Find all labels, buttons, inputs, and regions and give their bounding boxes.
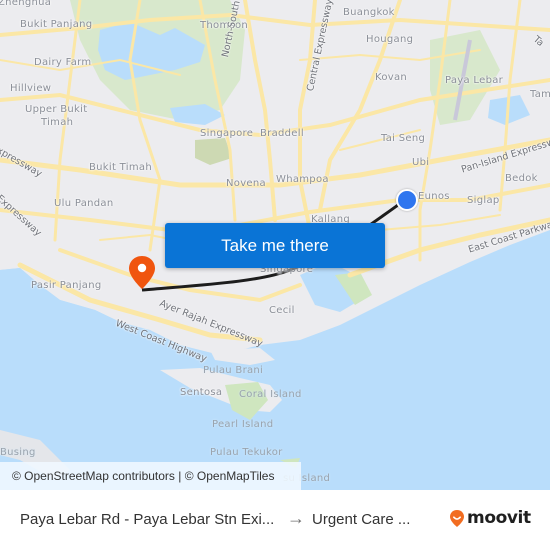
map-label: Whampoa [276, 174, 329, 185]
map-attribution[interactable]: © OpenStreetMap contributors | © OpenMap… [0, 462, 301, 490]
moovit-pin-icon [450, 509, 464, 527]
map-label: Pulau Brani [203, 365, 264, 376]
map-label: Ulu Pandan [54, 198, 114, 209]
map-label: Siglap [467, 195, 500, 206]
map-label: Ubi [412, 157, 430, 168]
map-label: Hougang [366, 34, 414, 45]
map-label: Bukit Timah [89, 162, 152, 173]
map-label: Tam [530, 89, 550, 100]
map-label: Novena [226, 178, 266, 189]
moovit-logo[interactable]: moovit [449, 508, 531, 528]
map-canvas[interactable]: Zhenghua Bukit Panjang Thomson Buangkok … [0, 0, 550, 490]
map-label: Pulau Tekukor [210, 447, 283, 458]
map-label: Eunos [418, 191, 450, 202]
map-label: Upper Bukit [25, 104, 88, 115]
map-label: Pearl Island [212, 419, 274, 430]
map-label: Zhenghua [0, 0, 52, 8]
map-label: Singapore [200, 128, 254, 139]
map-label: Sentosa [180, 387, 223, 398]
take-me-there-button[interactable]: Take me there [165, 223, 385, 268]
bukit-timah-park [195, 138, 232, 165]
destination-pin-icon[interactable] [128, 255, 156, 291]
map-label: Hillview [10, 83, 52, 94]
map-label: Pasir Panjang [31, 280, 102, 291]
map-label: Braddell [260, 128, 304, 139]
destination-label: Urgent Care ... [312, 511, 411, 528]
map-label: Cecil [269, 305, 295, 316]
map-label: Thomson [200, 20, 249, 31]
map-label: Busing [0, 447, 36, 458]
map-label: Bukit Panjang [20, 19, 93, 30]
origin-marker[interactable] [396, 189, 418, 211]
map-label: Dairy Farm [34, 57, 92, 68]
map-label: Timah [41, 117, 74, 128]
origin-label: Paya Lebar Rd - Paya Lebar Stn Exi... [20, 511, 275, 528]
moovit-wordmark: moovit [467, 508, 531, 528]
map-label: Kovan [375, 72, 408, 83]
arrow-right-icon: → [287, 508, 305, 528]
map-label: Tai Seng [381, 133, 426, 144]
map-label: Paya Lebar [445, 75, 504, 86]
map-label: Buangkok [343, 7, 395, 18]
map-label: Bedok [505, 173, 538, 184]
map-label: Coral Island [239, 389, 302, 400]
